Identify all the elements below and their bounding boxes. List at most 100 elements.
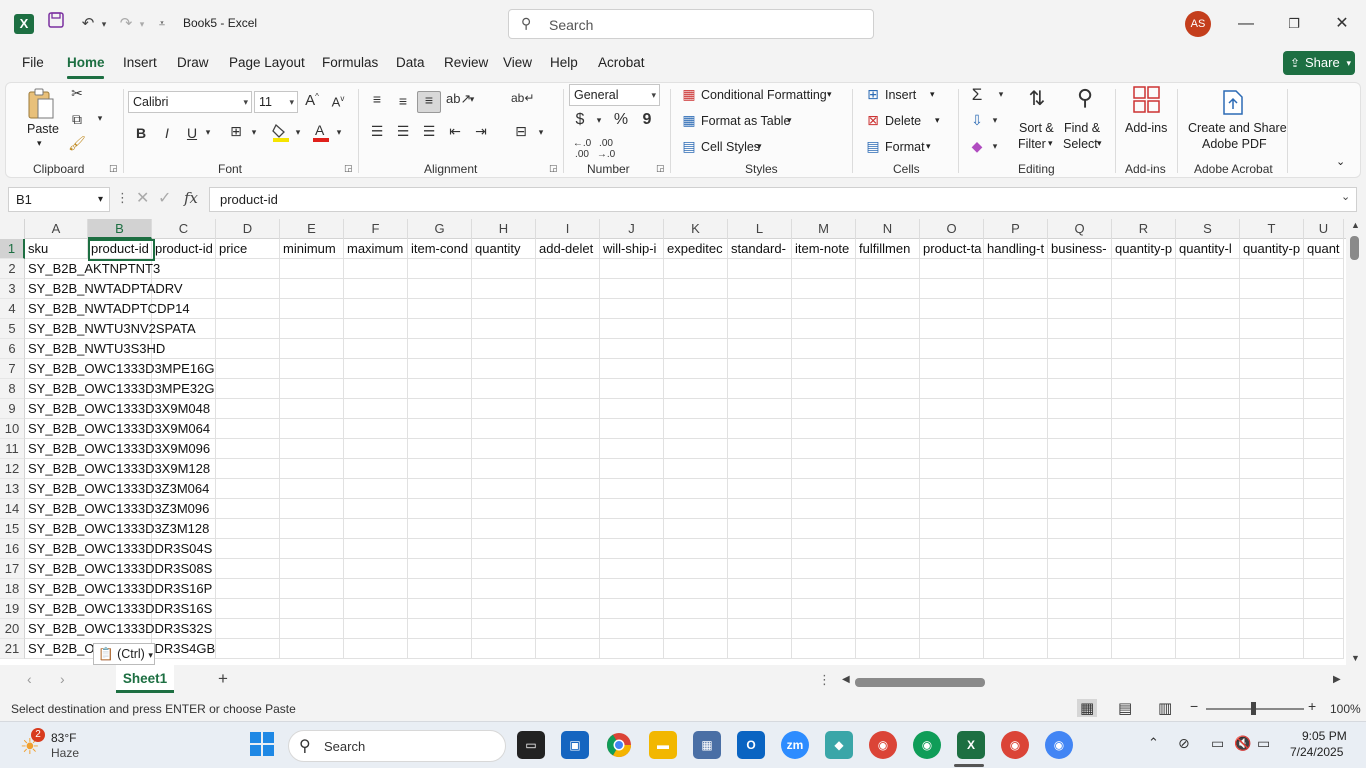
cell-s15[interactable]: [1176, 519, 1240, 539]
cell-m3[interactable]: [792, 279, 856, 299]
cancel-entry-icon[interactable]: ✕: [136, 188, 149, 208]
cell-u6[interactable]: [1304, 339, 1344, 359]
cell-u1[interactable]: quant: [1304, 239, 1344, 259]
cell-c1[interactable]: product-id: [152, 239, 216, 259]
alignment-launcher-icon[interactable]: ◲: [549, 163, 558, 174]
cell-d17[interactable]: [216, 559, 280, 579]
cell-h19[interactable]: [472, 599, 536, 619]
cell-s12[interactable]: [1176, 459, 1240, 479]
excel-taskbar-icon[interactable]: X: [957, 731, 985, 759]
cell-d16[interactable]: [216, 539, 280, 559]
expand-formula-bar-icon[interactable]: ⌄: [1341, 190, 1350, 203]
calculator-icon[interactable]: ▦: [693, 731, 721, 759]
cell-e1[interactable]: minimum: [280, 239, 344, 259]
fill-color-dropdown-icon[interactable]: ▾: [293, 127, 303, 138]
cell-o18[interactable]: [920, 579, 984, 599]
cell-f19[interactable]: [344, 599, 408, 619]
cell-l16[interactable]: [728, 539, 792, 559]
sort-filter-label[interactable]: Sort &: [1019, 121, 1054, 135]
cell-o15[interactable]: [920, 519, 984, 539]
cell-q7[interactable]: [1048, 359, 1112, 379]
cell-u7[interactable]: [1304, 359, 1344, 379]
cell-u2[interactable]: [1304, 259, 1344, 279]
cell-j10[interactable]: [600, 419, 664, 439]
cell-g11[interactable]: [408, 439, 472, 459]
cell-o11[interactable]: [920, 439, 984, 459]
cell-u3[interactable]: [1304, 279, 1344, 299]
taskbar-date[interactable]: 7/24/2025: [1290, 745, 1343, 759]
cell-q1[interactable]: business-: [1048, 239, 1112, 259]
cell-t9[interactable]: [1240, 399, 1304, 419]
chrome-profile-2-icon[interactable]: ◉: [913, 731, 941, 759]
cell-m7[interactable]: [792, 359, 856, 379]
cell-f14[interactable]: [344, 499, 408, 519]
cut-icon[interactable]: ✂: [68, 85, 86, 102]
column-header-r[interactable]: R: [1112, 219, 1176, 239]
column-header-a[interactable]: A: [25, 219, 88, 239]
cell-j5[interactable]: [600, 319, 664, 339]
cell-h14[interactable]: [472, 499, 536, 519]
battery-icon[interactable]: ▭: [1257, 735, 1270, 752]
tab-split-handle-icon[interactable]: ⋮: [818, 672, 831, 688]
column-header-n[interactable]: N: [856, 219, 920, 239]
cell-s2[interactable]: [1176, 259, 1240, 279]
cell-e3[interactable]: [280, 279, 344, 299]
underline-button[interactable]: U: [184, 125, 200, 141]
row-header[interactable]: 20: [0, 619, 25, 639]
increase-decimal-icon[interactable]: ←.0.00: [572, 138, 592, 160]
cell-o7[interactable]: [920, 359, 984, 379]
column-header-f[interactable]: F: [344, 219, 408, 239]
cell-e18[interactable]: [280, 579, 344, 599]
find-select-label[interactable]: Find &: [1064, 121, 1100, 135]
cell-l15[interactable]: [728, 519, 792, 539]
cell-l21[interactable]: [728, 639, 792, 659]
customize-toolbar-icon[interactable]: ⩡: [150, 12, 174, 36]
cell-m20[interactable]: [792, 619, 856, 639]
cell-r2[interactable]: [1112, 259, 1176, 279]
column-header-s[interactable]: S: [1176, 219, 1240, 239]
row-header[interactable]: 6: [0, 339, 25, 359]
decrease-indent-icon[interactable]: ⇤: [446, 123, 464, 140]
cell-g15[interactable]: [408, 519, 472, 539]
cell-o6[interactable]: [920, 339, 984, 359]
cell-h2[interactable]: [472, 259, 536, 279]
cell-g21[interactable]: [408, 639, 472, 659]
cell-j2[interactable]: [600, 259, 664, 279]
autosum-dropdown-icon[interactable]: ▾: [996, 89, 1006, 100]
cell-a1[interactable]: sku: [25, 239, 88, 259]
cell-l9[interactable]: [728, 399, 792, 419]
cell-k11[interactable]: [664, 439, 728, 459]
add-ins-icon[interactable]: [1130, 85, 1164, 119]
cell-l14[interactable]: [728, 499, 792, 519]
cell-f1[interactable]: maximum: [344, 239, 408, 259]
cell-q11[interactable]: [1048, 439, 1112, 459]
confirm-entry-icon[interactable]: ✓: [158, 188, 171, 208]
cell-n11[interactable]: [856, 439, 920, 459]
cell-t8[interactable]: [1240, 379, 1304, 399]
cell-i6[interactable]: [536, 339, 600, 359]
cell-s20[interactable]: [1176, 619, 1240, 639]
cell-o3[interactable]: [920, 279, 984, 299]
cell-j20[interactable]: [600, 619, 664, 639]
network-off-icon[interactable]: ⊘: [1178, 735, 1190, 752]
cell-u5[interactable]: [1304, 319, 1344, 339]
cell-u9[interactable]: [1304, 399, 1344, 419]
share-dropdown-icon[interactable]: ▾: [1346, 51, 1351, 75]
cell-m16[interactable]: [792, 539, 856, 559]
row-header[interactable]: 9: [0, 399, 25, 419]
cell-g4[interactable]: [408, 299, 472, 319]
cell-s19[interactable]: [1176, 599, 1240, 619]
cell-d13[interactable]: [216, 479, 280, 499]
volume-muted-icon[interactable]: 🔇: [1234, 735, 1251, 752]
cell-g10[interactable]: [408, 419, 472, 439]
create-pdf-label[interactable]: Create and Share: [1188, 121, 1287, 135]
cell-n7[interactable]: [856, 359, 920, 379]
cell-i3[interactable]: [536, 279, 600, 299]
cell-l2[interactable]: [728, 259, 792, 279]
cell-u17[interactable]: [1304, 559, 1344, 579]
cell-p5[interactable]: [984, 319, 1048, 339]
cell-q8[interactable]: [1048, 379, 1112, 399]
cell-q15[interactable]: [1048, 519, 1112, 539]
cell-i11[interactable]: [536, 439, 600, 459]
cell-r8[interactable]: [1112, 379, 1176, 399]
